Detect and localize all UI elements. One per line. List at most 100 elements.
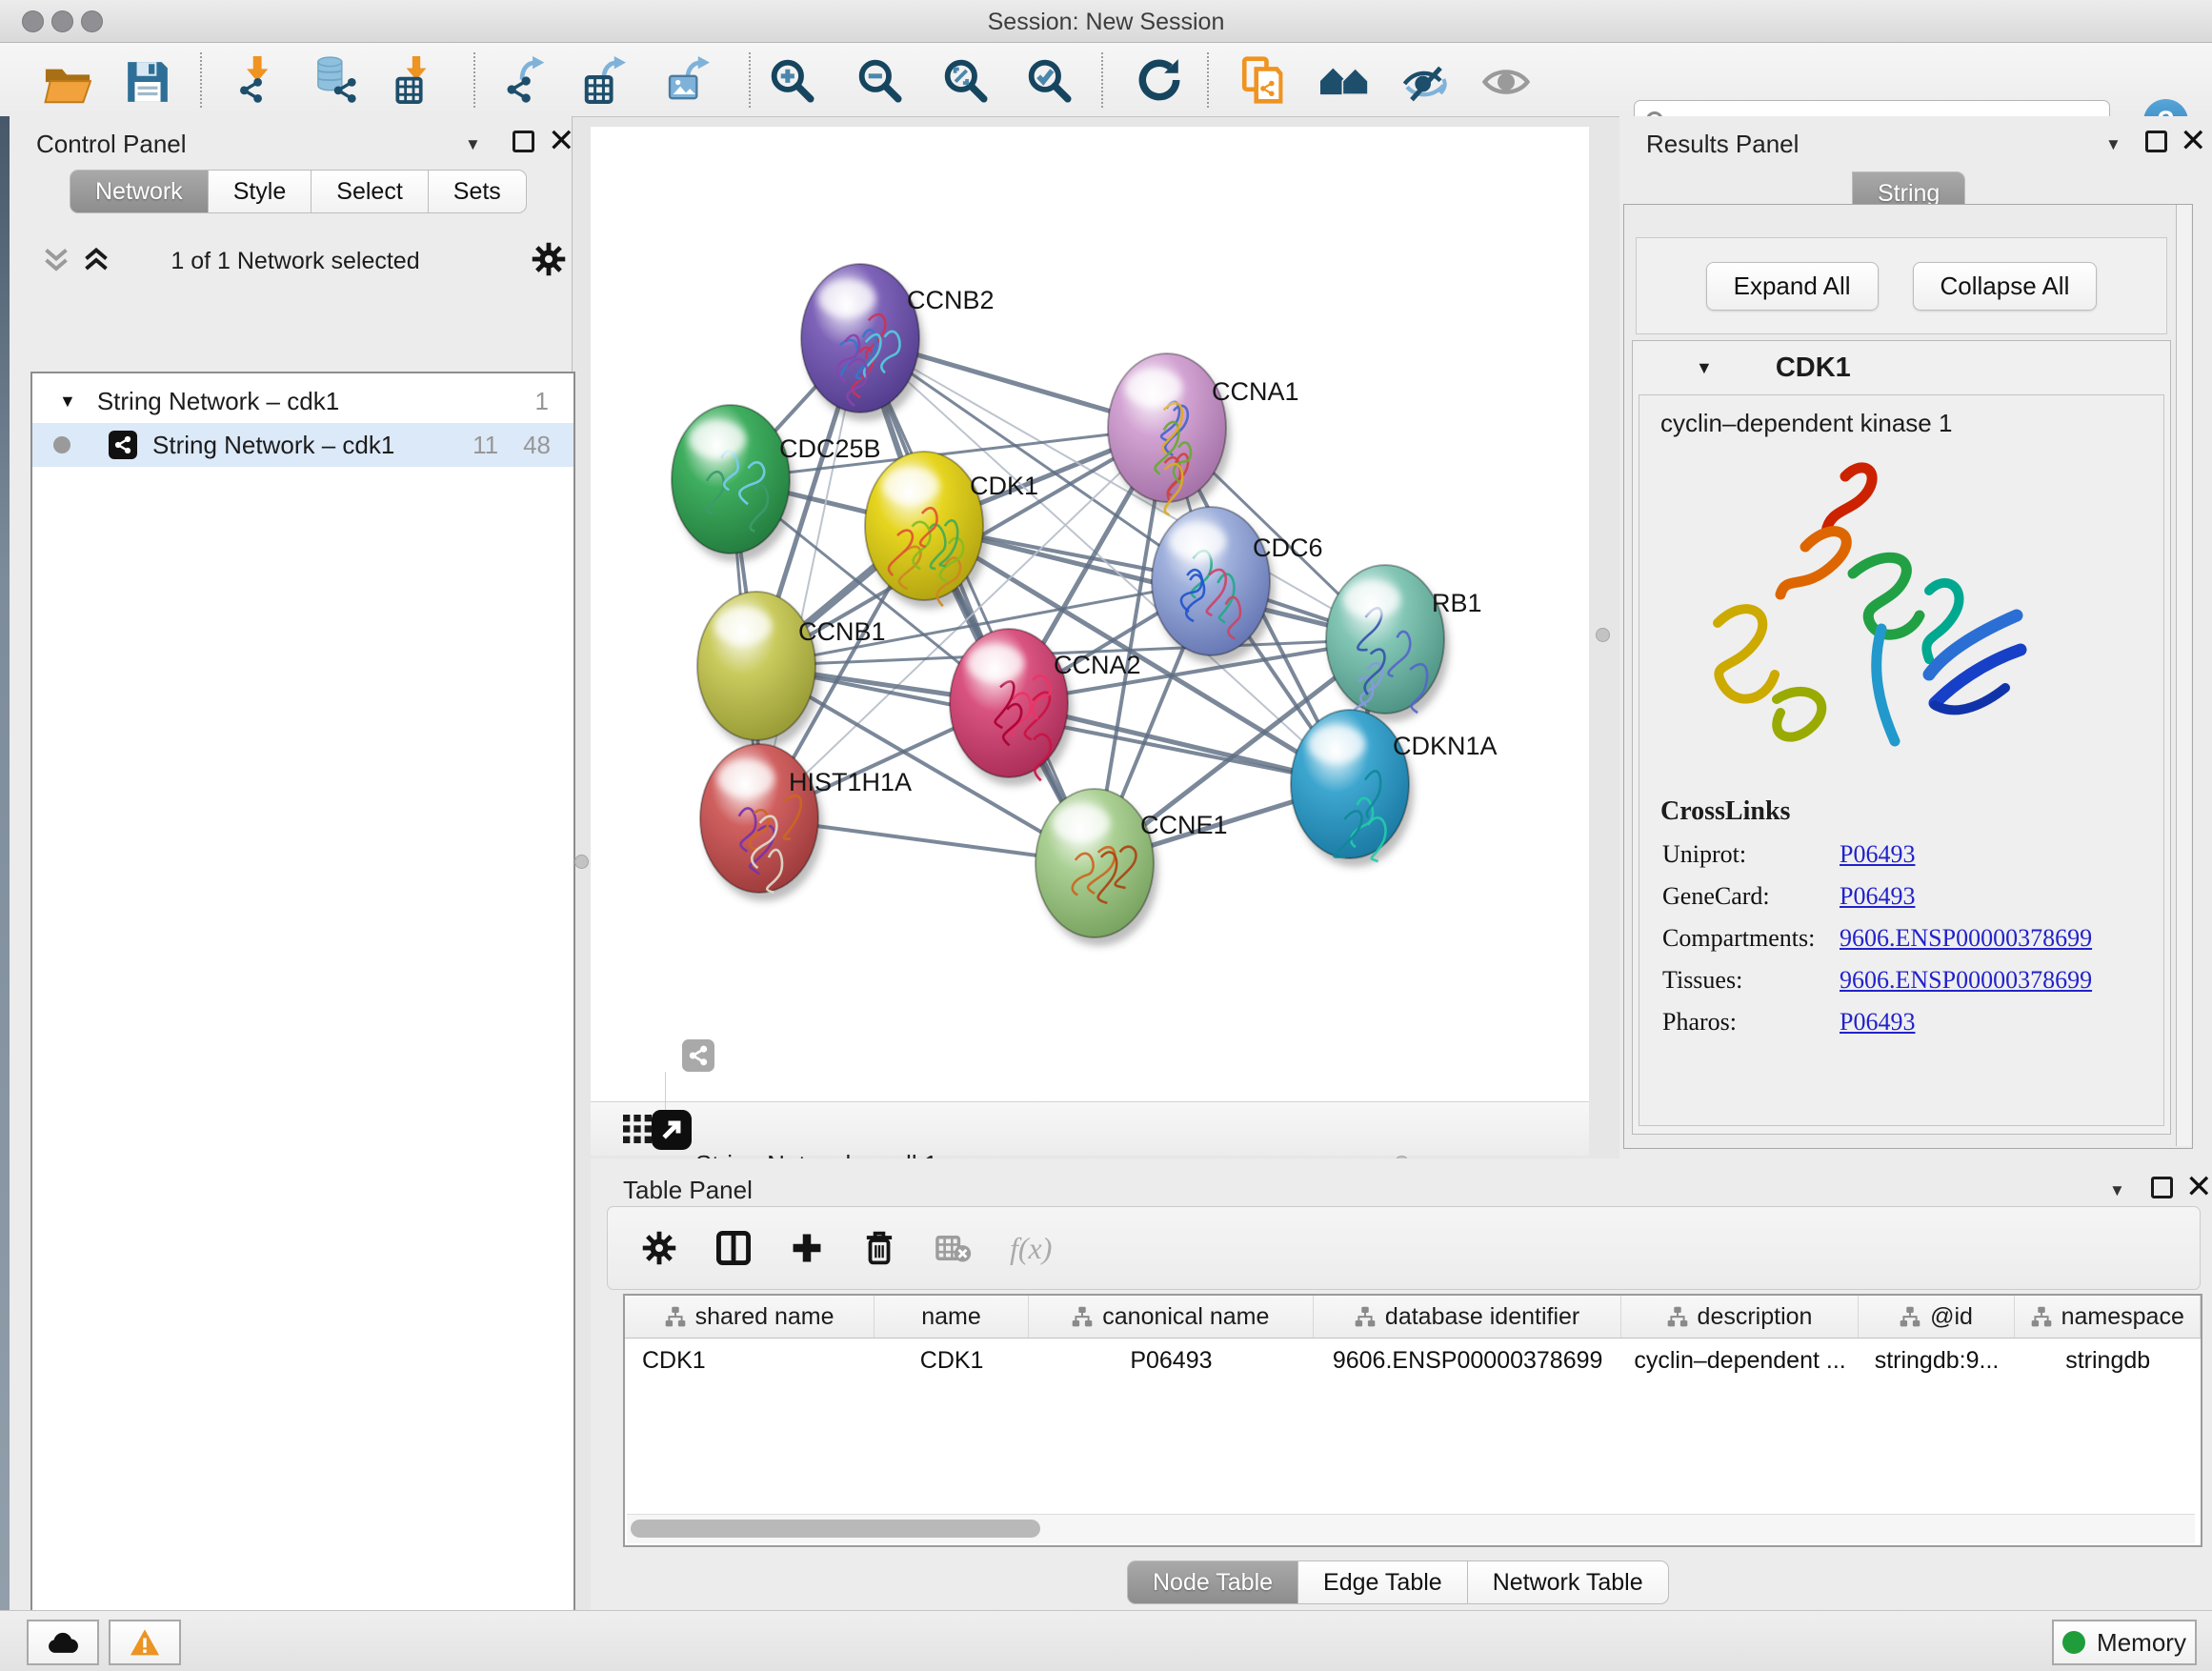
crosslink-label: Pharos: <box>1662 1008 1840 1037</box>
column-header-database-identifier[interactable]: database identifier <box>1314 1296 1622 1338</box>
network-edge-count: 48 <box>523 431 551 460</box>
expand-all-networks-icon[interactable] <box>82 246 111 274</box>
crosslink-label: Uniprot: <box>1662 840 1840 869</box>
tab-node-table[interactable]: Node Table <box>1127 1560 1298 1604</box>
collapse-all-button[interactable]: Collapse All <box>1913 262 2098 311</box>
export-table-icon[interactable] <box>583 56 631 104</box>
node-label: CDC25B <box>779 434 881 463</box>
table-row[interactable]: CDK1CDK1P064939606.ENSP00000378699cyclin… <box>625 1339 2201 1382</box>
table-panel-menu-icon[interactable]: ▼ <box>2109 1181 2125 1200</box>
table-header-row: shared namenamecanonical namedatabase id… <box>625 1296 2201 1339</box>
import-table-file-icon[interactable] <box>392 56 440 104</box>
gene-details: cyclin–dependent kinase 1 <box>1639 394 2164 1126</box>
warning-icon <box>130 1628 160 1657</box>
table-panel-close-icon[interactable]: ✕ <box>2185 1178 2212 1197</box>
network-column-icon <box>665 1306 686 1327</box>
crosslink-link[interactable]: P06493 <box>1840 882 1915 911</box>
hide-selected-icon[interactable] <box>1402 60 1450 108</box>
duplicate-network-icon[interactable] <box>1238 56 1286 104</box>
tab-edge-table[interactable]: Edge Table <box>1298 1560 1468 1604</box>
tab-network[interactable]: Network <box>70 170 209 213</box>
network-node-RB1[interactable]: RB1 <box>1326 565 1482 722</box>
tree-expander-icon[interactable]: ▼ <box>59 392 76 412</box>
table-horizontal-scrollbar[interactable] <box>627 1514 2195 1543</box>
import-network-database-icon[interactable] <box>312 56 360 104</box>
export-image-icon[interactable] <box>667 56 714 104</box>
results-panel-menu-icon[interactable]: ▼ <box>2105 135 2122 154</box>
column-header-@id[interactable]: @id <box>1859 1296 2016 1338</box>
scrollbar-thumb[interactable] <box>631 1520 1040 1538</box>
control-panel-float-icon[interactable] <box>513 131 534 152</box>
cloud-services-button[interactable] <box>27 1620 99 1665</box>
node-table[interactable]: shared namenamecanonical namedatabase id… <box>623 1294 2202 1547</box>
memory-button[interactable]: Memory <box>2052 1620 2197 1665</box>
crosslink-link[interactable]: 9606.ENSP00000378699 <box>1840 966 2092 995</box>
import-network-file-icon[interactable] <box>234 56 282 104</box>
left-splitter-handle[interactable] <box>574 855 589 869</box>
network-node-CDKN1A[interactable]: CDKN1A <box>1291 710 1498 867</box>
crosslink-row: Compartments:9606.ENSP00000378699 <box>1662 924 2163 953</box>
birds-eye-grid-icon[interactable] <box>623 1115 652 1143</box>
network-node-CCNE1[interactable]: CCNE1 <box>1036 789 1228 946</box>
crosslink-link[interactable]: P06493 <box>1840 1008 1915 1037</box>
column-header-canonical-name[interactable]: canonical name <box>1029 1296 1314 1338</box>
collapse-all-networks-icon[interactable] <box>42 246 70 274</box>
gene-section-header[interactable]: ▼ CDK1 <box>1633 341 2170 394</box>
section-collapse-icon[interactable]: ▼ <box>1696 358 1713 378</box>
control-panel-menu-icon[interactable]: ▼ <box>465 135 481 154</box>
expand-all-button[interactable]: Expand All <box>1706 262 1879 311</box>
collection-network-count: 1 <box>535 387 549 416</box>
crosslink-row: Uniprot:P06493 <box>1662 840 2163 869</box>
network-collection-row[interactable]: ▼ String Network – cdk1 1 <box>32 379 573 423</box>
column-header-name[interactable]: name <box>875 1296 1029 1338</box>
column-header-namespace[interactable]: namespace <box>2015 1296 2201 1338</box>
toolbar-separator <box>200 52 202 108</box>
warnings-button[interactable] <box>109 1620 181 1665</box>
zoom-fit-icon[interactable] <box>941 56 989 104</box>
tab-network-table[interactable]: Network Table <box>1468 1560 1669 1604</box>
network-node-CDK1[interactable]: CDK1 <box>865 452 1038 609</box>
refresh-icon[interactable] <box>1136 56 1183 104</box>
window-title: Session: New Session <box>0 9 2212 36</box>
crosslink-label: Compartments: <box>1662 924 1840 953</box>
save-session-icon[interactable] <box>124 58 171 106</box>
network-node-HIST1H1A[interactable]: HIST1H1A <box>700 744 912 901</box>
results-panel-float-icon[interactable] <box>2145 131 2167 152</box>
zoom-selected-icon[interactable] <box>1025 56 1073 104</box>
network-graph[interactable]: CCNB2CCNA1CDC25BCDK1CDC6RB1CCNB1CCNA2CDK… <box>591 127 1589 1101</box>
show-columns-icon[interactable] <box>716 1231 751 1265</box>
network-thumbnail-icon[interactable] <box>682 1039 714 1072</box>
network-options-gear-icon[interactable] <box>532 242 566 276</box>
delete-column-trash-icon[interactable] <box>863 1230 895 1266</box>
network-node-CDC6[interactable]: CDC6 <box>1152 507 1323 664</box>
network-canvas[interactable]: CCNB2CCNA1CDC25BCDK1CDC6RB1CCNB1CCNA2CDK… <box>591 127 1589 1101</box>
crosslink-link[interactable]: 9606.ENSP00000378699 <box>1840 924 2092 953</box>
show-all-icon[interactable] <box>1482 64 1530 100</box>
right-splitter-handle[interactable] <box>1596 628 1610 642</box>
table-panel-float-icon[interactable] <box>2151 1177 2173 1198</box>
first-neighbors-icon[interactable] <box>1320 64 1368 98</box>
open-in-window-icon[interactable] <box>652 1110 692 1150</box>
results-panel-close-icon[interactable]: ✕ <box>2180 131 2207 151</box>
tab-select[interactable]: Select <box>312 170 428 213</box>
table-settings-gear-icon[interactable] <box>642 1231 676 1265</box>
column-header-shared-name[interactable]: shared name <box>625 1296 875 1338</box>
control-panel-close-icon[interactable]: ✕ <box>548 131 575 151</box>
control-panel-tabs: NetworkStyleSelectSets <box>70 170 527 213</box>
crosslink-link[interactable]: P06493 <box>1840 840 1915 869</box>
tab-sets[interactable]: Sets <box>429 170 527 213</box>
results-panel-scrollbar[interactable] <box>2176 205 2191 1146</box>
cytoscape-window: Session: New Session <box>0 0 2212 1671</box>
title-bar: Session: New Session <box>0 0 2212 43</box>
zoom-in-icon[interactable] <box>768 56 815 104</box>
network-row[interactable]: String Network – cdk1 11 48 <box>32 423 573 467</box>
export-network-icon[interactable] <box>503 56 551 104</box>
open-session-icon[interactable] <box>44 60 91 108</box>
create-column-icon[interactable] <box>791 1232 823 1264</box>
tab-style[interactable]: Style <box>209 170 312 213</box>
column-header-description[interactable]: description <box>1621 1296 1858 1338</box>
table-panel-tabs: Node TableEdge TableNetwork Table <box>1127 1560 1669 1604</box>
gene-name: CDK1 <box>1776 352 1851 384</box>
network-node-CCNA1[interactable]: CCNA1 <box>1108 353 1299 514</box>
zoom-out-icon[interactable] <box>855 56 903 104</box>
